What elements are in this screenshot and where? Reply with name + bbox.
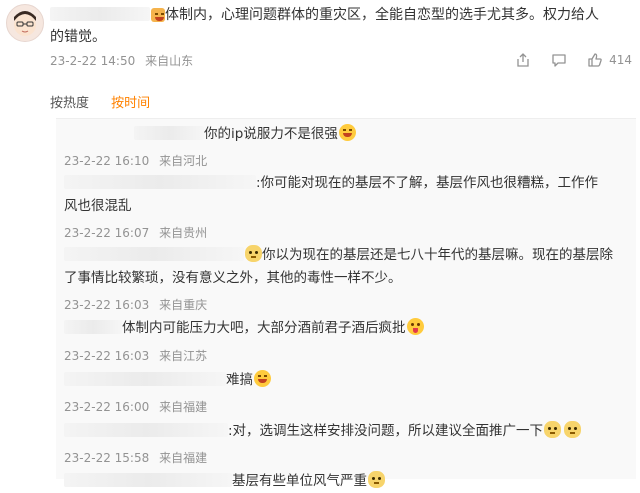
post-text: 体制内，心理问题群体的重灾区，全能自恋型的选手尤其多。权力给人 的错觉。 — [50, 4, 630, 48]
reply-location: 来自重庆 — [159, 298, 208, 312]
reply-item: 基层有些单位风气严重 — [64, 470, 630, 493]
redacted-username — [64, 320, 122, 334]
like-icon — [588, 53, 602, 67]
reply-location: 来自福建 — [159, 400, 208, 414]
reply-date: 23-2-22 16:10 — [64, 154, 150, 168]
post-text-line2: 的错觉。 — [50, 29, 106, 45]
reply-text: 你以为现在的基层还是七八十年代的基层嘛。现在的基层除 — [262, 247, 613, 263]
share-icon — [517, 53, 529, 67]
redacted-username — [50, 7, 150, 21]
cat-emoji-icon — [245, 245, 262, 262]
reply-text: :你可能对现在的基层不了解，基层作风也很糟糕，工作作 — [256, 175, 599, 191]
reply-text: :对，选调生这样安排没问题，所以建议全面推广一下 — [228, 423, 544, 439]
reply-meta: 23-2-22 16:10 来自河北 — [64, 152, 213, 169]
reply-location: 来自江苏 — [159, 349, 208, 363]
cat-emoji-icon — [368, 471, 385, 488]
reply-location: 来自河北 — [159, 154, 208, 168]
reply-meta: 23-2-22 15:58 来自福建 — [64, 449, 213, 466]
reply-item: 你的ip说服力不是很强 — [64, 123, 630, 146]
sort-by-hot[interactable]: 按热度 — [50, 96, 89, 111]
redacted-username — [134, 126, 204, 140]
reply-meta: 23-2-22 16:03 来自江苏 — [64, 347, 213, 364]
reply-date: 23-2-22 16:00 — [64, 400, 150, 414]
post-meta: 23-2-22 14:50 来自山东 — [50, 52, 199, 69]
tongue-emoji-icon — [406, 318, 424, 335]
reply-text: 难搞 — [226, 372, 253, 388]
redacted-username — [64, 175, 256, 189]
reply-date: 23-2-22 16:07 — [64, 226, 150, 240]
reply-date: 23-2-22 16:03 — [64, 298, 150, 312]
comment-button[interactable] — [551, 52, 567, 68]
reply-item: :对，选调生这样安排没问题，所以建议全面推广一下 — [64, 420, 630, 443]
like-button[interactable]: 414 — [587, 52, 632, 68]
laugh-emoji-icon — [338, 124, 356, 141]
like-count: 414 — [609, 53, 632, 67]
avatar-face-icon — [14, 11, 36, 36]
post-location: 来自山东 — [145, 54, 194, 68]
fire-icon — [151, 8, 165, 22]
cat-emoji-icon — [564, 421, 582, 438]
post-text-line1: 体制内，心理问题群体的重灾区，全能自恋型的选手尤其多。权力给人 — [165, 7, 599, 23]
reply-text-cont: 了事情比较繁琐，没有意义之外，其他的毒性一样不少。 — [64, 270, 402, 286]
reply-location: 来自福建 — [159, 451, 208, 465]
reply-date: 23-2-22 15:58 — [64, 451, 150, 465]
sort-bar: 按热度 按时间 — [50, 92, 168, 111]
post-date: 23-2-22 14:50 — [50, 54, 136, 68]
share-button[interactable] — [515, 52, 531, 68]
laugh-emoji-icon — [254, 370, 271, 387]
reply-text: 体制内可能压力大吧，大部分酒前君子酒后疯批 — [122, 320, 406, 336]
post-actions: 414 — [495, 50, 632, 70]
reply-item: :你可能对现在的基层不了解，基层作风也很糟糕，工作作 风也很混乱 — [64, 172, 630, 218]
reply-item: 难搞 — [64, 369, 630, 392]
cat-emoji-icon — [544, 421, 562, 438]
redacted-username — [64, 247, 244, 261]
redacted-username — [64, 372, 226, 386]
reply-meta: 23-2-22 16:00 来自福建 — [64, 398, 213, 415]
reply-location: 来自贵州 — [159, 226, 208, 240]
reply-item: 你以为现在的基层还是七八十年代的基层嘛。现在的基层除 了事情比较繁琐，没有意义之… — [64, 244, 630, 290]
reply-text-cont: 风也很混乱 — [64, 198, 132, 214]
reply-meta: 23-2-22 16:07 来自贵州 — [64, 224, 213, 241]
reply-text: 你的ip说服力不是很强 — [204, 126, 338, 142]
sort-by-time[interactable]: 按时间 — [111, 96, 150, 111]
reply-item: 体制内可能压力大吧，大部分酒前君子酒后疯批 — [64, 317, 630, 340]
reply-meta: 23-2-22 16:03 来自重庆 — [64, 296, 213, 313]
avatar[interactable] — [6, 4, 44, 42]
redacted-username — [64, 473, 232, 487]
reply-text: 基层有些单位风气严重 — [232, 473, 367, 489]
redacted-username — [64, 423, 228, 437]
reply-list: 你的ip说服力不是很强 23-2-22 16:10 来自河北 :你可能对现在的基… — [56, 118, 636, 489]
comment-icon — [552, 54, 566, 67]
reply-date: 23-2-22 16:03 — [64, 349, 150, 363]
